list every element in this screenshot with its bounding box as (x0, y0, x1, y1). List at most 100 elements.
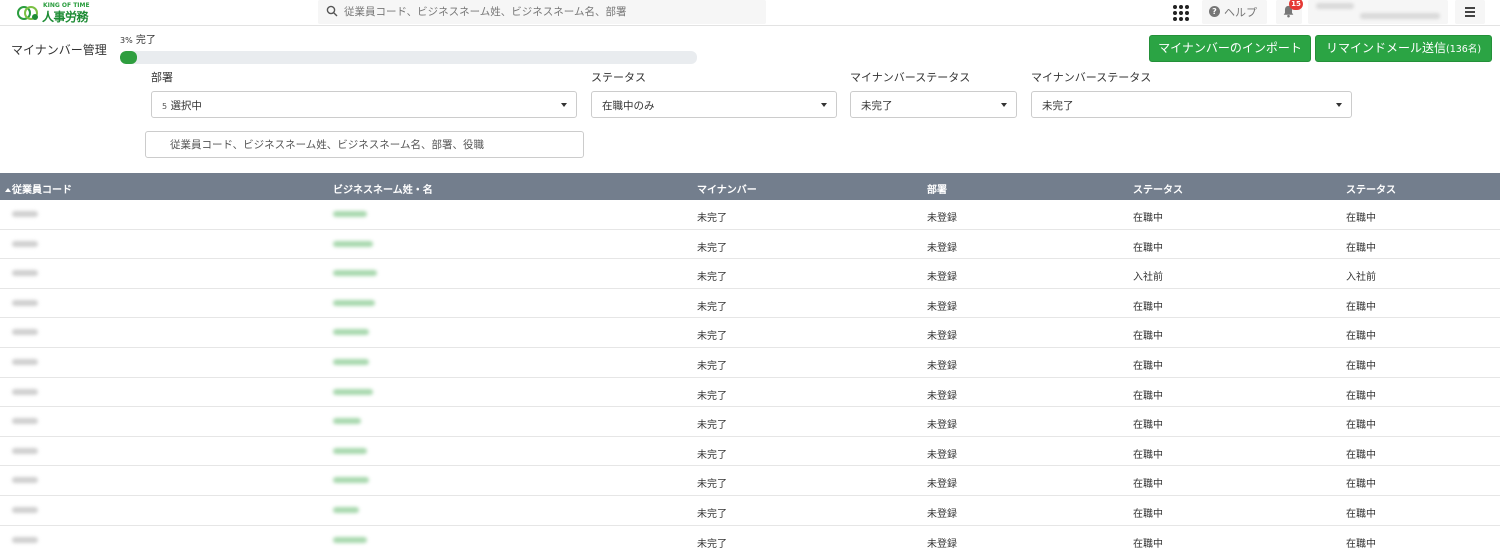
employee-name-link-redacted[interactable] (333, 299, 375, 306)
cell-department: 未登録 (927, 479, 957, 491)
sort-asc-icon (5, 188, 11, 192)
table-header: 従業員コード ビジネスネーム姓・名 マイナンバー 部署 ステータス ステータス (0, 173, 1500, 200)
employee-name-link-redacted[interactable] (333, 270, 377, 277)
employee-code-redacted (12, 447, 38, 454)
department-filter-select[interactable]: 5 選択中 (151, 91, 577, 118)
table-row[interactable]: 未完了 未登録 在職中 在職中 (0, 496, 1500, 526)
employee-code-redacted (12, 418, 38, 425)
mynumber-status2-filter-label: マイナンバーステータス (1031, 71, 1152, 84)
progress-label: 3% 完了 (120, 31, 156, 46)
app-logo[interactable]: KING OF TIME 人事労務 (17, 2, 97, 24)
cell-status: 在職中 (1133, 331, 1163, 343)
cell-mynumber: 未完了 (697, 272, 727, 284)
cell-status: 在職中 (1133, 509, 1163, 520)
cell-status-2: 入社前 (1346, 272, 1376, 284)
table-row[interactable]: 未完了 未登録 在職中 在職中 (0, 229, 1500, 260)
department-filter-label: 部署 (151, 71, 173, 84)
cell-status: 入社前 (1133, 272, 1163, 284)
help-icon: ? (1209, 6, 1220, 17)
table-row[interactable]: 未完了 未登録 在職中 在職中 (0, 288, 1500, 319)
employee-name-link-redacted[interactable] (333, 388, 373, 395)
column-mynumber[interactable]: マイナンバー (697, 181, 757, 196)
employee-table: 従業員コード ビジネスネーム姓・名 マイナンバー 部署 ステータス ステータス … (0, 173, 1500, 548)
progress-percent: 3% (120, 36, 133, 45)
employee-name-link-redacted[interactable] (333, 507, 359, 513)
status-filter-select[interactable]: 在職中のみ (591, 91, 837, 118)
employee-name-link-redacted[interactable] (333, 477, 369, 484)
employee-search[interactable] (145, 131, 584, 158)
hamburger-menu-icon[interactable] (1455, 0, 1485, 24)
status-filter-label: ステータス (591, 71, 646, 84)
cell-mynumber: 未完了 (697, 390, 727, 402)
column-status[interactable]: ステータス (1133, 181, 1183, 196)
mynumber-status2-filter-value: 未完了 (1042, 100, 1074, 112)
table-row[interactable]: 未完了 未登録 在職中 在職中 (0, 466, 1500, 496)
caret-down-icon (561, 103, 567, 107)
cell-status-2: 在職中 (1346, 420, 1376, 432)
progress-suffix: 完了 (135, 35, 156, 46)
cell-department: 未登録 (927, 420, 957, 432)
table-row[interactable]: 未完了 未登録 入社前 入社前 (0, 259, 1500, 289)
department-selected-count: 5 (162, 102, 168, 111)
employee-name-link-redacted[interactable] (333, 418, 361, 425)
employee-name-link-redacted[interactable] (333, 359, 369, 365)
mynumber-status-filter-select[interactable]: 未完了 (850, 91, 1017, 118)
logo-title: 人事労務 (42, 10, 89, 24)
employee-name-link-redacted[interactable] (333, 329, 369, 336)
column-employee-code[interactable]: 従業員コード (5, 181, 72, 196)
table-row[interactable]: 未完了 未登録 在職中 在職中 (0, 525, 1500, 548)
cell-status: 在職中 (1133, 479, 1163, 491)
cell-status-2: 在職中 (1346, 390, 1376, 402)
cell-status-2: 在職中 (1346, 509, 1376, 520)
cell-status: 在職中 (1133, 390, 1163, 402)
cell-status: 在職中 (1133, 538, 1163, 548)
employee-code-redacted (12, 299, 38, 306)
cell-mynumber: 未完了 (697, 420, 727, 432)
apps-grid-icon[interactable] (1172, 4, 1190, 22)
employee-code-redacted (12, 359, 38, 365)
cell-status: 在職中 (1133, 213, 1163, 224)
employee-name-link-redacted[interactable] (333, 240, 373, 247)
cell-department: 未登録 (927, 331, 957, 343)
employee-code-redacted (12, 388, 38, 395)
employee-name-link-redacted[interactable] (333, 536, 367, 543)
cell-department: 未登録 (927, 213, 957, 224)
mynumber-status-filter-value: 未完了 (861, 100, 893, 112)
column-business-name[interactable]: ビジネスネーム姓・名 (333, 181, 433, 196)
cell-status-2: 在職中 (1346, 449, 1376, 461)
table-row[interactable]: 未完了 未登録 在職中 在職中 (0, 348, 1500, 378)
employee-name-link-redacted[interactable] (333, 211, 367, 217)
import-mynumber-button[interactable]: マイナンバーのインポート (1149, 35, 1311, 62)
employee-code-redacted (12, 240, 38, 247)
send-reminder-button[interactable]: リマインドメール送信(136名) (1315, 35, 1492, 62)
cell-status-2: 在職中 (1346, 301, 1376, 313)
table-row[interactable]: 未完了 未登録 在職中 在職中 (0, 200, 1500, 230)
progress-bar-fill (120, 51, 138, 64)
employee-search-input[interactable] (170, 132, 575, 157)
cell-department: 未登録 (927, 538, 957, 548)
cell-status: 在職中 (1133, 449, 1163, 461)
employee-code-redacted (12, 329, 38, 336)
table-row[interactable]: 未完了 未登録 在職中 在職中 (0, 407, 1500, 437)
cell-status-2: 在職中 (1346, 479, 1376, 491)
department-filter-value: 5 選択中 (162, 98, 202, 113)
cell-mynumber: 未完了 (697, 538, 727, 548)
column-department[interactable]: 部署 (927, 181, 947, 196)
user-account-menu[interactable] (1308, 0, 1448, 24)
top-bar: KING OF TIME 人事労務 ? ヘルプ 15 (0, 0, 1500, 26)
cell-department: 未登録 (927, 272, 957, 284)
cell-department: 未登録 (927, 509, 957, 520)
cell-status: 在職中 (1133, 301, 1163, 313)
cell-status: 在職中 (1133, 242, 1163, 254)
employee-name-link-redacted[interactable] (333, 447, 367, 454)
table-row[interactable]: 未完了 未登録 在職中 在職中 (0, 377, 1500, 408)
table-row[interactable]: 未完了 未登録 在職中 在職中 (0, 436, 1500, 467)
cell-status-2: 在職中 (1346, 331, 1376, 343)
column-status-2[interactable]: ステータス (1346, 181, 1396, 196)
table-row[interactable]: 未完了 未登録 在職中 在職中 (0, 318, 1500, 348)
cell-mynumber: 未完了 (697, 301, 727, 313)
global-search[interactable] (318, 0, 766, 24)
help-button[interactable]: ? ヘルプ (1202, 0, 1267, 24)
global-search-input[interactable] (344, 0, 759, 24)
mynumber-status2-filter-select[interactable]: 未完了 (1031, 91, 1352, 118)
